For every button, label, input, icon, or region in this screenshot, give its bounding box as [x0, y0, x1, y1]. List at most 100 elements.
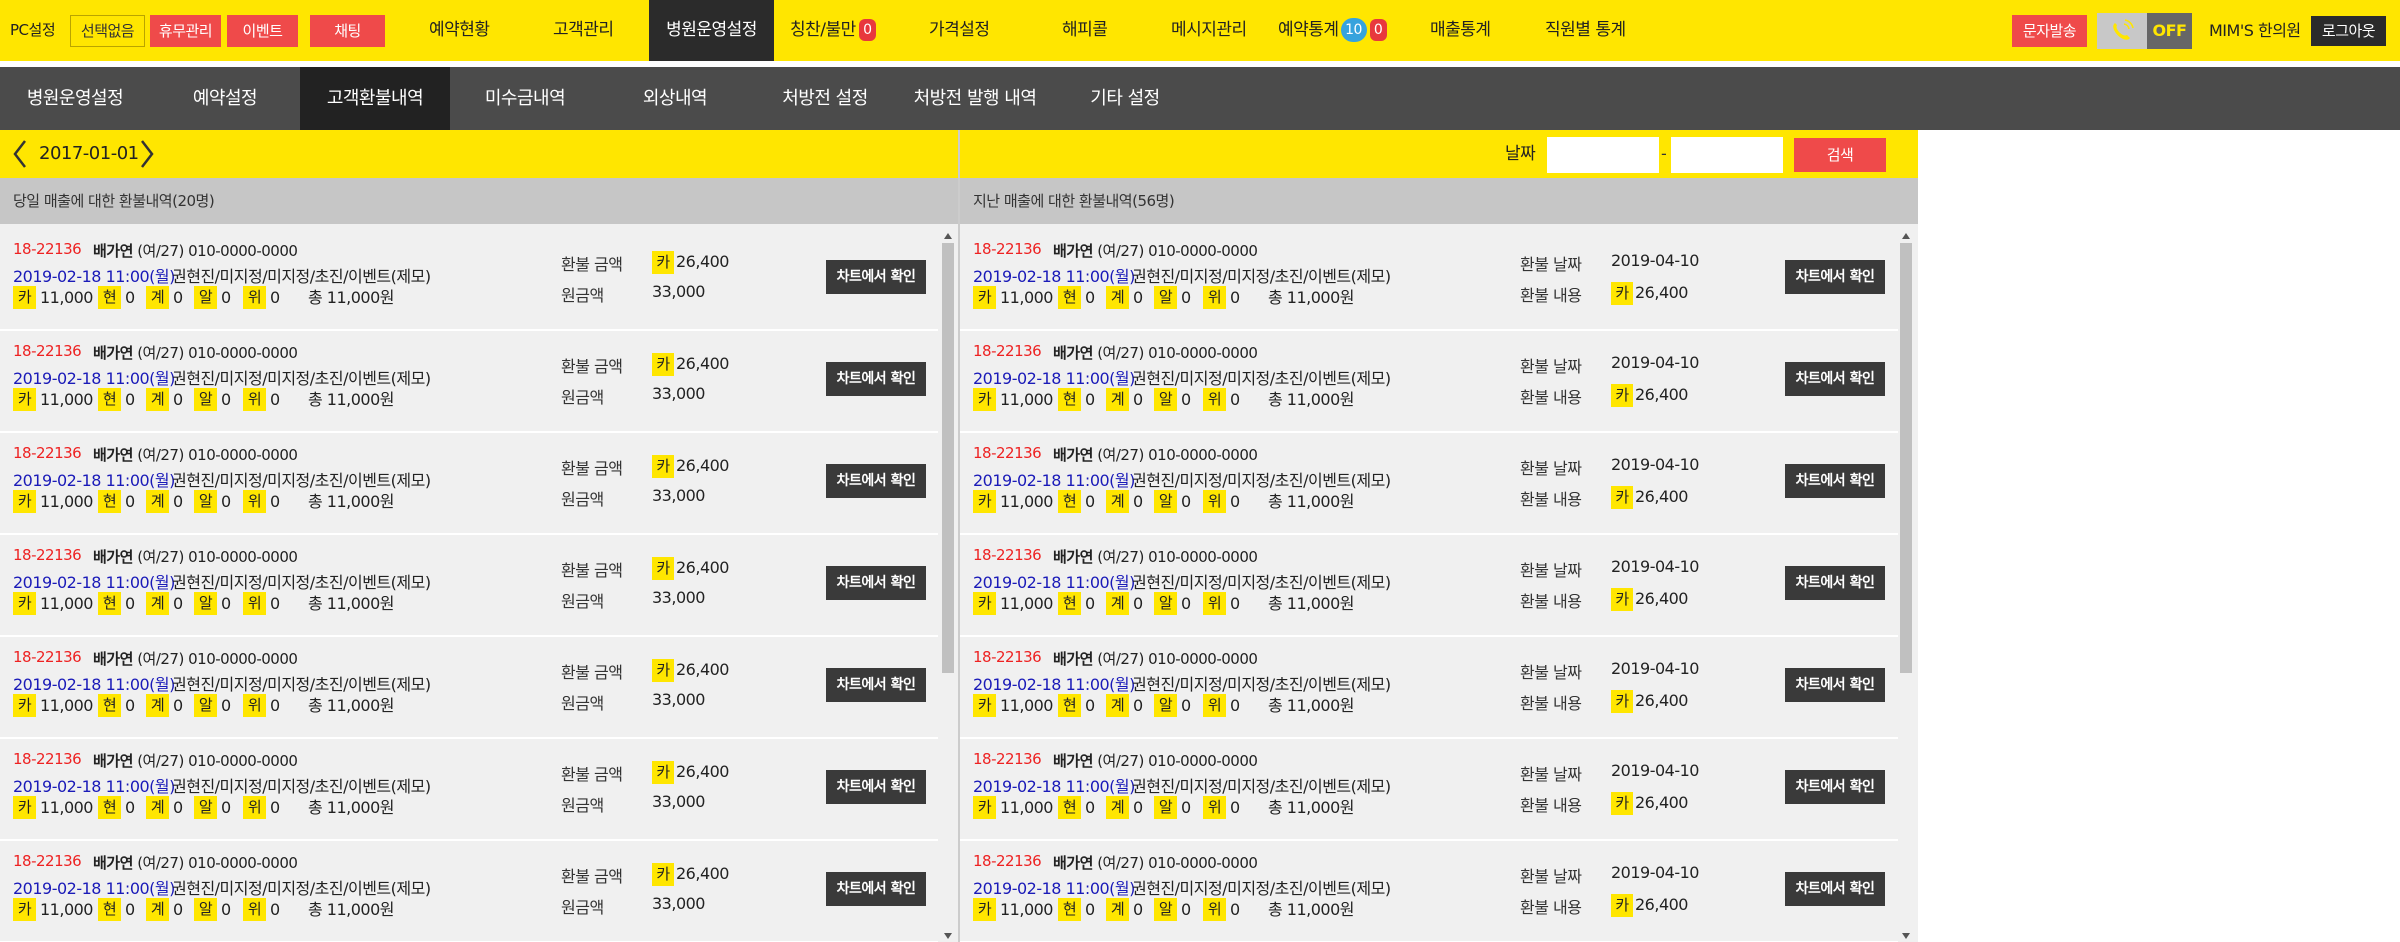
scroll-thumb[interactable] — [1900, 243, 1912, 673]
patient-id[interactable]: 18-22136 — [973, 750, 1042, 768]
visit-datetime[interactable]: 2019-02-18 11:00(월) — [13, 773, 175, 797]
view-in-chart-button[interactable]: 차트에서 확인 — [826, 362, 926, 396]
visit-datetime[interactable]: 2019-02-18 11:00(월) — [973, 875, 1135, 899]
pc-setting-link[interactable]: PC설정 — [10, 0, 56, 61]
visit-datetime[interactable]: 2019-02-18 11:00(월) — [13, 569, 175, 593]
visit-datetime[interactable]: 2019-02-18 11:00(월) — [973, 365, 1135, 389]
patient-info: 배가연 (여/27) 010-0000-0000 — [1053, 854, 1258, 872]
view-in-chart-button[interactable]: 차트에서 확인 — [826, 770, 926, 804]
visit-datetime[interactable]: 2019-02-18 11:00(월) — [973, 773, 1135, 797]
patient-id[interactable]: 18-22136 — [973, 648, 1042, 666]
patient-id[interactable]: 18-22136 — [973, 852, 1042, 870]
patient-info: 배가연 (여/27) 010-0000-0000 — [1053, 752, 1258, 770]
scroll-down-icon[interactable] — [944, 933, 952, 939]
scroll-up-icon[interactable] — [944, 233, 952, 239]
view-in-chart-button[interactable]: 차트에서 확인 — [1785, 362, 1885, 396]
original-amount: 33,000 — [652, 894, 705, 913]
menu-happy-call[interactable]: 해피콜 — [1062, 0, 1108, 61]
date-from-input[interactable] — [1547, 137, 1659, 173]
patient-id[interactable]: 18-22136 — [13, 750, 82, 768]
menu-price-setting[interactable]: 가격설정 — [929, 0, 990, 61]
patient-id[interactable]: 18-22136 — [973, 240, 1042, 258]
sms-send-button[interactable]: 문자발송 — [2012, 15, 2087, 47]
subnav-receivables[interactable]: 미수금내역 — [450, 67, 600, 130]
visit-datetime[interactable]: 2019-02-18 11:00(월) — [973, 263, 1135, 287]
next-date-icon[interactable] — [137, 137, 157, 171]
visit-datetime[interactable]: 2019-02-18 11:00(월) — [973, 671, 1135, 695]
pay-item: 카 11,000 — [973, 592, 1053, 615]
view-in-chart-button[interactable]: 차트에서 확인 — [826, 872, 926, 906]
view-in-chart-button[interactable]: 차트에서 확인 — [1785, 770, 1885, 804]
call-toggle[interactable]: OFF — [2097, 13, 2192, 49]
patient-id[interactable]: 18-22136 — [13, 546, 82, 564]
left-scrollbar[interactable] — [940, 231, 956, 941]
refund-row: 18-22136 배가연 (여/27) 010-0000-0000 2019-02-… — [0, 229, 938, 331]
prev-date-icon[interactable] — [10, 137, 30, 171]
scroll-down-icon[interactable] — [1902, 933, 1910, 939]
menu-customer-mgmt[interactable]: 고객관리 — [553, 0, 614, 61]
scroll-up-icon[interactable] — [1902, 233, 1910, 239]
search-button[interactable]: 검색 — [1794, 138, 1886, 172]
chat-button[interactable]: 채팅 — [310, 15, 385, 47]
pay-item: 알0 — [1154, 490, 1191, 513]
event-button[interactable]: 이벤트 — [227, 15, 298, 47]
subnav-credit[interactable]: 외상내역 — [600, 67, 750, 130]
pay-item: 알0 — [1154, 388, 1191, 411]
patient-id[interactable]: 18-22136 — [973, 342, 1042, 360]
pay-value: 0 — [1085, 900, 1095, 919]
patient-id[interactable]: 18-22136 — [973, 444, 1042, 462]
subnav-prescription-history[interactable]: 처방전 발행 내역 — [900, 67, 1050, 130]
pay-item: 알0 — [1154, 694, 1191, 717]
view-in-chart-button[interactable]: 차트에서 확인 — [1785, 872, 1885, 906]
pay-item: 카 11,000 — [13, 898, 93, 921]
view-in-chart-button[interactable]: 차트에서 확인 — [826, 566, 926, 600]
logout-button[interactable]: 로그아웃 — [2311, 16, 2386, 46]
menu-praise-complaint[interactable]: 칭찬/불만 0 — [790, 0, 876, 61]
menu-clinic-settings[interactable]: 병원운영설정 — [649, 0, 774, 61]
menu-staff-stats[interactable]: 직원별 통계 — [1545, 0, 1626, 61]
view-in-chart-button[interactable]: 차트에서 확인 — [826, 260, 926, 294]
patient-id[interactable]: 18-22136 — [13, 648, 82, 666]
right-scrollbar[interactable] — [1898, 231, 1914, 941]
patient-id[interactable]: 18-22136 — [13, 342, 82, 360]
visit-datetime[interactable]: 2019-02-18 11:00(월) — [973, 569, 1135, 593]
subnav-customer-refunds[interactable]: 고객환불내역 — [300, 67, 450, 130]
leave-mgmt-button[interactable]: 휴무관리 — [150, 15, 221, 47]
subnav-clinic-settings[interactable]: 병원운영설정 — [0, 67, 150, 130]
view-in-chart-button[interactable]: 차트에서 확인 — [826, 464, 926, 498]
visit-datetime[interactable]: 2019-02-18 11:00(월) — [13, 263, 175, 287]
pay-total: 총 11,000원 — [1268, 696, 1355, 715]
view-in-chart-button[interactable]: 차트에서 확인 — [1785, 668, 1885, 702]
pay-value: 0 — [1133, 798, 1143, 817]
menu-message-mgmt[interactable]: 메시지관리 — [1171, 0, 1247, 61]
view-in-chart-button[interactable]: 차트에서 확인 — [1785, 260, 1885, 294]
patient-id[interactable]: 18-22136 — [13, 852, 82, 870]
refund-amount-label: 환불 금액 — [561, 357, 623, 376]
patient-id[interactable]: 18-22136 — [13, 444, 82, 462]
view-in-chart-button[interactable]: 차트에서 확인 — [1785, 464, 1885, 498]
pay-value: 11,000 — [1000, 492, 1053, 511]
scroll-thumb[interactable] — [942, 243, 954, 673]
subnav-prescription-settings[interactable]: 처방전 설정 — [750, 67, 900, 130]
date-to-input[interactable] — [1671, 137, 1783, 173]
view-in-chart-button[interactable]: 차트에서 확인 — [826, 668, 926, 702]
visit-datetime[interactable]: 2019-02-18 11:00(월) — [13, 875, 175, 899]
subnav-reservation-settings[interactable]: 예약설정 — [150, 67, 300, 130]
visit-datetime[interactable]: 2019-02-18 11:00(월) — [973, 467, 1135, 491]
visit-datetime[interactable]: 2019-02-18 11:00(월) — [13, 467, 175, 491]
view-in-chart-button[interactable]: 차트에서 확인 — [1785, 566, 1885, 600]
pay-value: 0 — [1085, 594, 1095, 613]
visit-datetime[interactable]: 2019-02-18 11:00(월) — [13, 671, 175, 695]
patient-id[interactable]: 18-22136 — [973, 546, 1042, 564]
refund-amount: 카 26,400 — [652, 251, 729, 274]
refund-date-label: 환불 날짜 — [1520, 459, 1582, 478]
pay-value: 0 — [1230, 492, 1240, 511]
select-none-button[interactable]: 선택없음 — [70, 15, 145, 47]
menu-reservation-status[interactable]: 예약현황 — [429, 0, 490, 61]
visit-datetime[interactable]: 2019-02-18 11:00(월) — [13, 365, 175, 389]
subnav-other-settings[interactable]: 기타 설정 — [1050, 67, 1200, 130]
patient-id[interactable]: 18-22136 — [13, 240, 82, 258]
original-amount-label: 원금액 — [561, 796, 604, 815]
menu-sales-stats[interactable]: 매출통계 — [1430, 0, 1491, 61]
menu-reservation-stats[interactable]: 예약통계 10 0 — [1278, 0, 1387, 61]
